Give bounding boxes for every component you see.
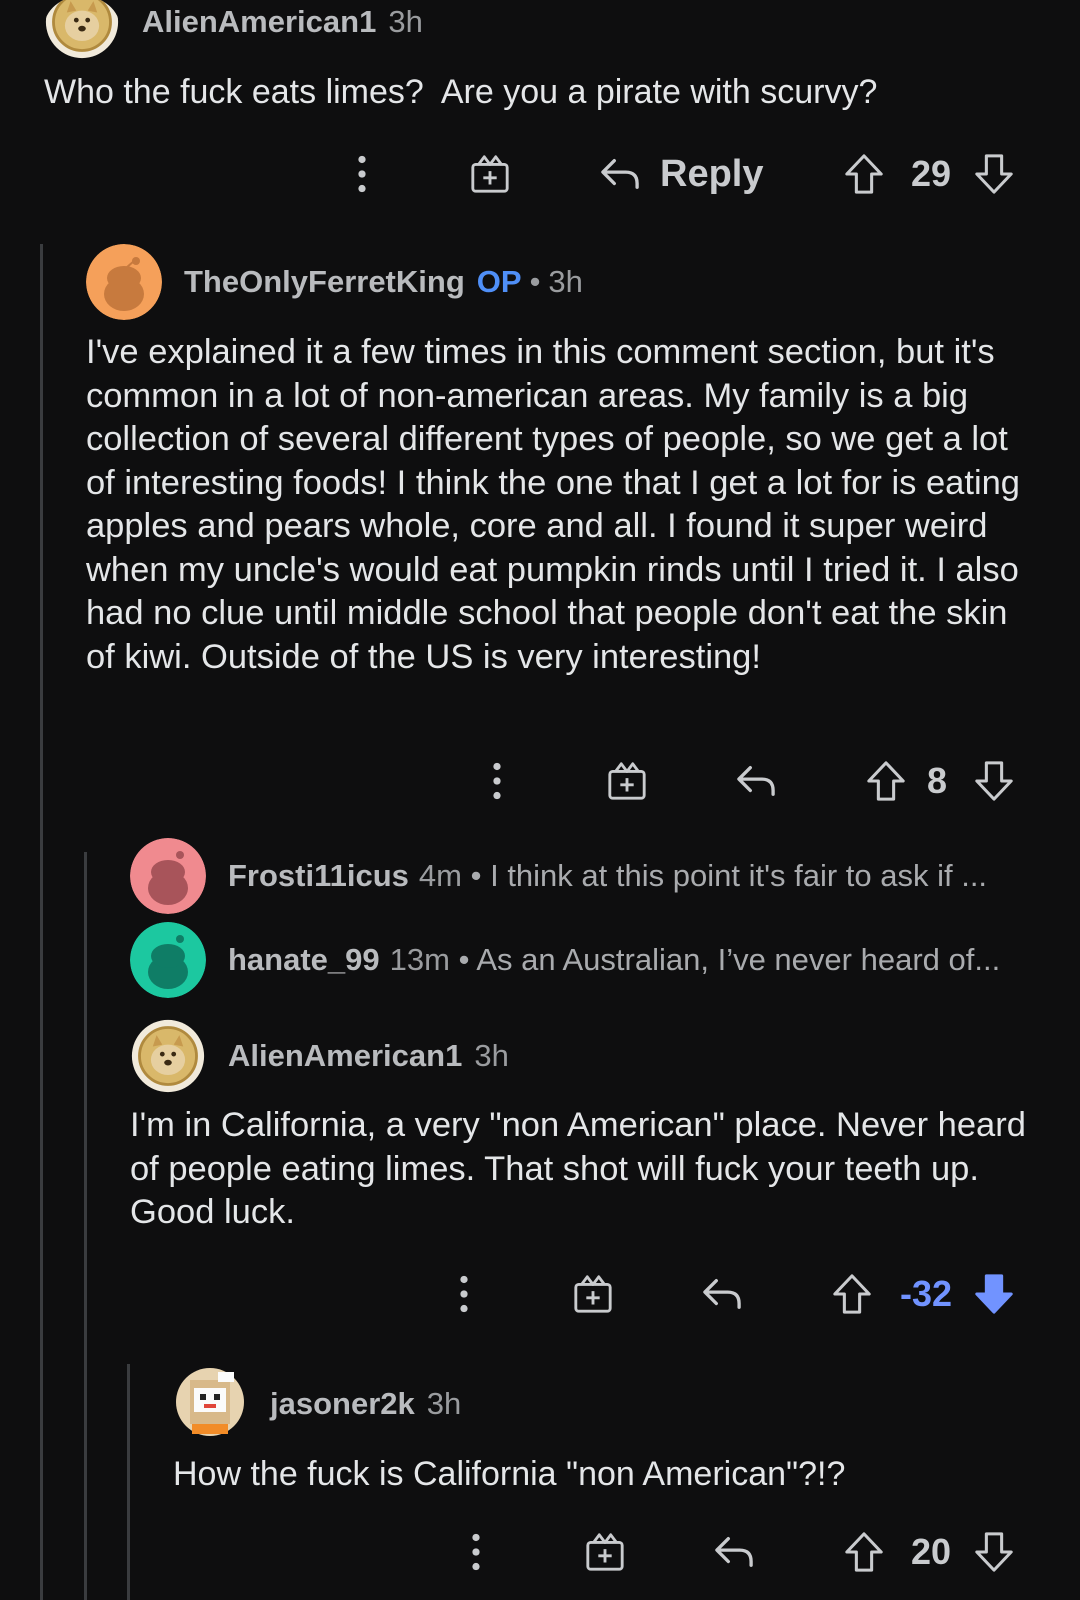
downvote-arrow-icon[interactable]: [972, 1522, 1016, 1582]
award-gift-icon[interactable]: [571, 1264, 615, 1324]
doge-avatar-icon: [44, 0, 120, 60]
thread-line[interactable]: [40, 244, 43, 1600]
username[interactable]: AlienAmerican1: [142, 4, 376, 39]
comment-time: 3h: [474, 1038, 509, 1073]
upvote-arrow-icon[interactable]: [842, 144, 886, 204]
avatar[interactable]: [130, 922, 206, 998]
thread-line[interactable]: [84, 852, 87, 1600]
username[interactable]: TheOnlyFerretKing: [184, 264, 465, 299]
snoo-avatar-icon: [130, 838, 206, 914]
comment-actions: 20: [0, 1522, 1080, 1582]
snoo-avatar-icon: [86, 244, 162, 320]
comment-time: 3h: [426, 1386, 462, 1421]
reply-button[interactable]: Reply: [598, 144, 768, 204]
more-options-icon[interactable]: [350, 144, 374, 204]
username[interactable]: AlienAmerican1: [228, 1038, 462, 1073]
comment-time: 13m: [389, 942, 450, 977]
vote-score: 20: [910, 1531, 952, 1572]
more-options-icon[interactable]: [485, 751, 509, 811]
doge-avatar-icon: [130, 1018, 206, 1094]
award-gift-icon[interactable]: [468, 144, 512, 204]
reply-label: Reply: [660, 152, 764, 195]
avatar[interactable]: [172, 1364, 248, 1440]
upvote-arrow-icon[interactable]: [864, 751, 908, 811]
username[interactable]: hanate_99: [228, 942, 380, 977]
comment-time: 4m: [418, 858, 462, 893]
upvote-arrow-icon[interactable]: [830, 1264, 874, 1324]
vote-score: 8: [926, 760, 948, 801]
avatar[interactable]: [130, 838, 206, 914]
vote-score: 29: [910, 153, 952, 194]
award-gift-icon[interactable]: [605, 751, 649, 811]
comment-actions: 8: [0, 751, 1080, 811]
reply-snippet: • As an Australian, I’ve never heard of.…: [458, 942, 1001, 977]
downvote-arrow-icon[interactable]: [972, 144, 1016, 204]
reply-arrow-icon[interactable]: [700, 1264, 744, 1324]
comment-time: 3h: [548, 264, 583, 299]
comment-author[interactable]: AlienAmerican1 3h: [228, 1038, 509, 1074]
more-options-icon[interactable]: [452, 1264, 476, 1324]
comment-body: I've explained it a few times in this co…: [86, 333, 1020, 676]
comment-body: I'm in California, a very "non American"…: [130, 1106, 1026, 1231]
comment-author[interactable]: TheOnlyFerretKing OP • 3h: [184, 264, 583, 300]
comment-author[interactable]: jasoner2k 3h: [270, 1386, 461, 1422]
comment-author[interactable]: AlienAmerican1 3h: [142, 4, 423, 40]
award-gift-icon[interactable]: [583, 1522, 627, 1582]
comment-time: 3h: [388, 4, 423, 39]
username[interactable]: Frosti11icus: [228, 858, 409, 893]
avatar[interactable]: [86, 244, 162, 320]
separator-dot: •: [529, 264, 541, 299]
reply-arrow-icon[interactable]: [712, 1522, 756, 1582]
downvote-arrow-icon[interactable]: [972, 751, 1016, 811]
more-options-icon[interactable]: [464, 1522, 488, 1582]
comment-body: Who the fuck eats limes? Are you a pirat…: [44, 73, 878, 111]
op-badge: OP: [476, 264, 522, 299]
reply-arrow-icon: [598, 155, 642, 193]
username[interactable]: jasoner2k: [270, 1386, 415, 1421]
collapsed-reply[interactable]: Frosti11icus 4m • I think at this point i…: [228, 858, 987, 894]
reply-arrow-icon[interactable]: [734, 751, 778, 811]
upvote-arrow-icon[interactable]: [842, 1522, 886, 1582]
vote-score: -32: [899, 1273, 953, 1314]
downvote-arrow-icon[interactable]: [972, 1264, 1016, 1324]
snoo-avatar-icon: [130, 922, 206, 998]
reply-snippet: • I think at this point it's fair to ask…: [470, 858, 988, 893]
comment-actions: Reply 29: [0, 144, 1080, 204]
avatar[interactable]: [130, 1018, 206, 1094]
avatar[interactable]: [44, 0, 120, 60]
comment-body: How the fuck is California "non American…: [173, 1455, 846, 1493]
pixel-snoo-avatar-icon: [176, 1368, 244, 1436]
collapsed-reply[interactable]: hanate_99 13m • As an Australian, I’ve ne…: [228, 942, 1000, 978]
comment-actions: -32: [0, 1264, 1080, 1324]
